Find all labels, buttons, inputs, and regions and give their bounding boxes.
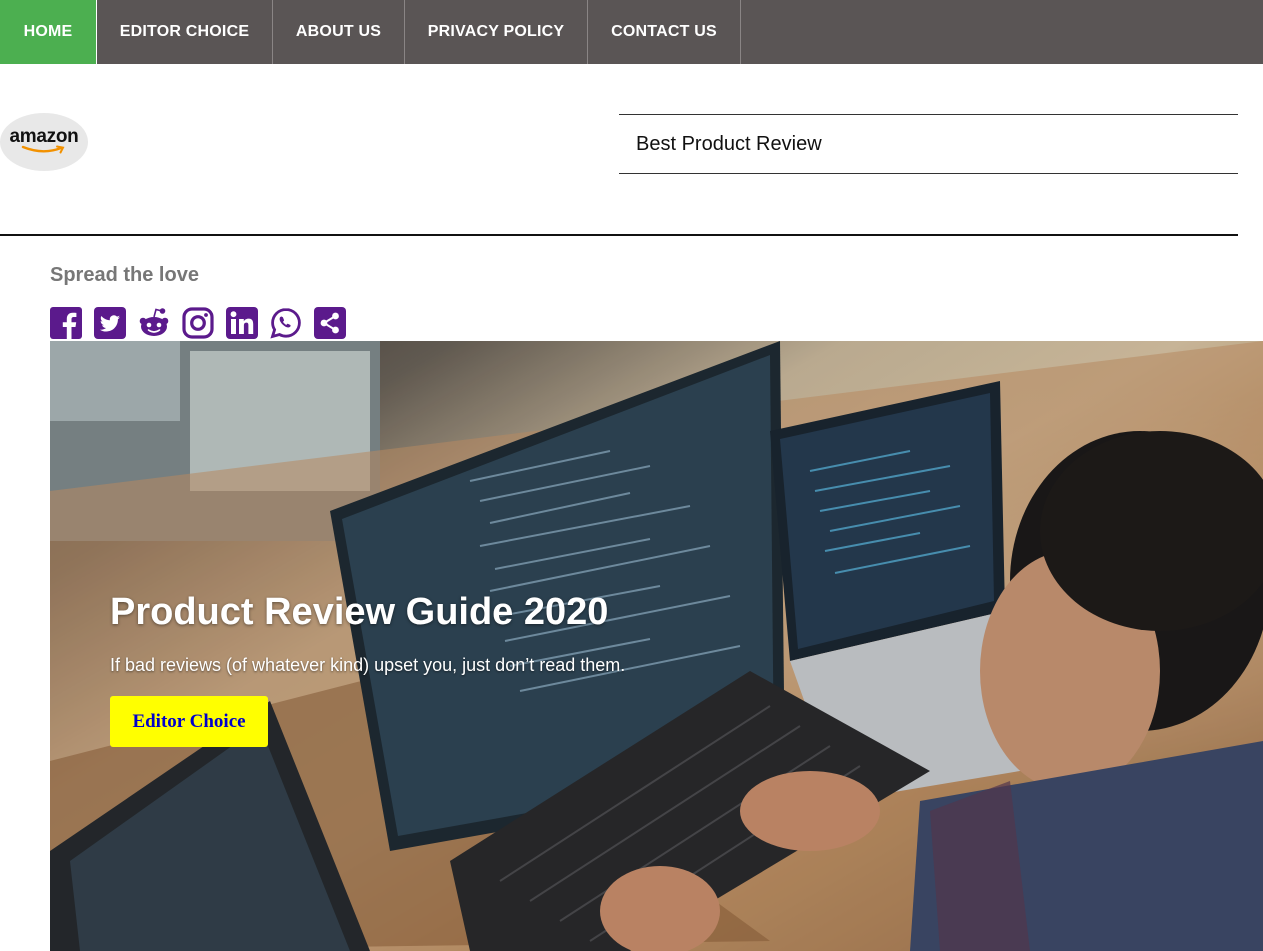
editor-choice-button[interactable]: Editor Choice (110, 696, 268, 747)
header-divider (0, 234, 1238, 236)
site-title[interactable]: Best Product Review (636, 133, 822, 156)
whatsapp-icon[interactable] (270, 307, 302, 339)
reddit-icon[interactable] (138, 307, 170, 339)
twitter-icon[interactable] (94, 307, 126, 339)
nav-editor-choice[interactable]: EDITOR CHOICE (97, 0, 273, 64)
nav-contact-us[interactable]: CONTACT US (588, 0, 741, 64)
hero-subtitle: If bad reviews (of whatever kind) upset … (110, 655, 626, 675)
amazon-smile-icon (21, 145, 65, 153)
nav-home[interactable]: HOME (0, 0, 97, 64)
site-title-box: Best Product Review (619, 114, 1238, 174)
linkedin-icon[interactable] (226, 307, 258, 339)
share-icon[interactable] (314, 307, 346, 339)
hero-background-image (50, 341, 1263, 951)
instagram-icon[interactable] (182, 307, 214, 339)
social-share-bar (50, 307, 358, 339)
site-logo[interactable]: amazon (0, 113, 88, 171)
nav-privacy-policy[interactable]: PRIVACY POLICY (405, 0, 588, 64)
top-navigation: HOME EDITOR CHOICE ABOUT US PRIVACY POLI… (0, 0, 1263, 64)
hero-title: Product Review Guide 2020 (110, 591, 609, 633)
facebook-icon[interactable] (50, 307, 82, 339)
nav-about-us[interactable]: ABOUT US (273, 0, 405, 64)
share-heading: Spread the love (50, 264, 199, 286)
hero-banner: Product Review Guide 2020 If bad reviews… (50, 341, 1263, 951)
